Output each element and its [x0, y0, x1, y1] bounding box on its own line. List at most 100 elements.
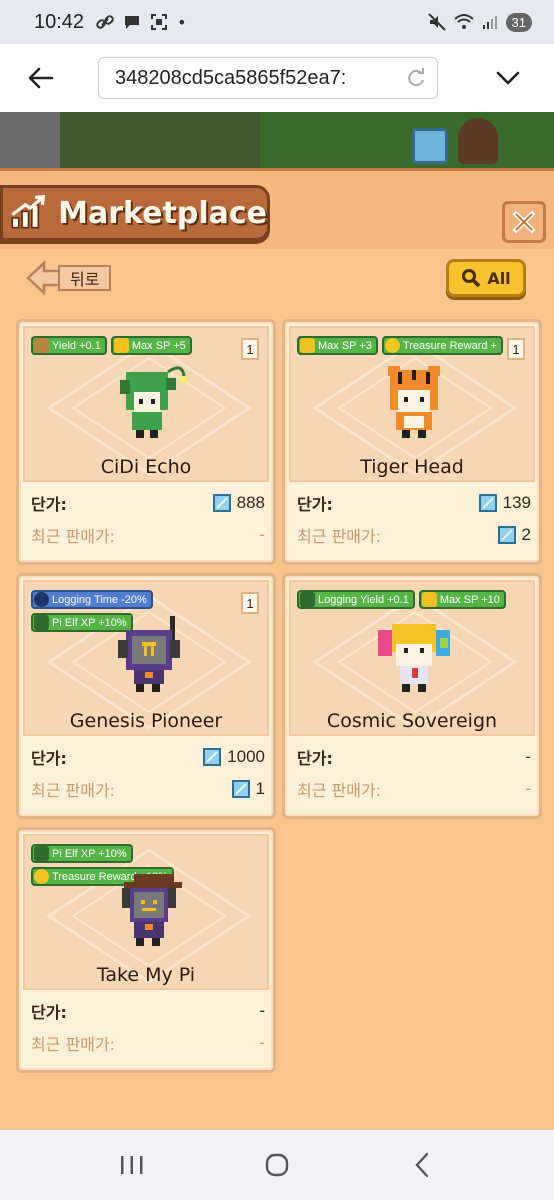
item-art: Max SP +3 Treasure Reward + 1 Tiger Head	[289, 326, 535, 482]
arrow-left-icon	[26, 261, 62, 295]
item-count-badge: 1	[507, 338, 525, 360]
last-sale-amount: -	[525, 779, 531, 798]
item-count-badge: 1	[241, 592, 259, 614]
price-label: 단가:	[297, 495, 333, 514]
nav-back-button[interactable]	[402, 1145, 442, 1185]
lightning-icon	[300, 338, 315, 353]
last-sale-value: -	[259, 1033, 265, 1053]
price-value: 888	[212, 493, 265, 513]
last-sale-row: 최근 판매가: -	[297, 776, 531, 802]
item-card[interactable]: Logging Yield +0.1 Max SP +10 Cosmic Sov…	[282, 573, 542, 819]
coin-icon	[384, 338, 400, 353]
last-sale-label: 최근 판매가:	[31, 781, 116, 800]
price-label: 단가:	[297, 749, 333, 768]
item-art: Yield +0.1 Max SP +5 1 CiDi Echo	[23, 326, 269, 482]
android-nav-bar	[0, 1130, 554, 1200]
trend-icon	[34, 615, 49, 630]
buff-tags: Logging Yield +0.1 Max SP +10	[297, 590, 533, 609]
notification-icons: •	[96, 13, 187, 32]
gem-icon	[478, 494, 497, 512]
background-stone	[0, 112, 60, 172]
buff-label: Pi Elf XP +10%	[52, 847, 127, 860]
url-field[interactable]: :348208cd5ca5865f52ea7	[98, 57, 438, 99]
last-sale-label: 최근 판매가:	[297, 527, 382, 546]
gem-icon	[497, 526, 516, 544]
item-name: Cosmic Sovereign	[326, 710, 498, 732]
last-sale-amount: 1	[255, 779, 265, 798]
item-count-badge: 1	[241, 338, 259, 360]
back-button[interactable]: 뒤로	[26, 261, 112, 295]
item-name: Tiger Head	[360, 456, 464, 478]
arrow-left-icon	[28, 67, 54, 89]
mute-icon	[427, 13, 446, 31]
close-button[interactable]	[502, 201, 546, 243]
browser-toolbar: :348208cd5ca5865f52ea7	[0, 44, 554, 112]
price-label: 단가:	[31, 495, 67, 514]
last-sale-label: 최근 판매가:	[31, 527, 116, 546]
buff-label: Max SP +5	[131, 339, 186, 352]
price-row: 단가: -	[297, 744, 531, 770]
buff-tag: Pi Elf XP +10%	[31, 844, 133, 863]
item-card[interactable]: Max SP +3 Treasure Reward + 1 Tiger Head…	[282, 319, 542, 565]
reload-icon[interactable]	[405, 67, 427, 89]
item-card[interactable]: Pi Elf XP +10% Treasure Reward +10% Take…	[16, 827, 276, 1073]
price-amount: 888	[236, 493, 265, 512]
recent-apps-icon	[121, 1156, 143, 1174]
browser-back-button[interactable]	[17, 54, 65, 102]
gem-icon	[203, 748, 222, 766]
game-background	[0, 112, 554, 172]
last-sale-label: 최근 판매가:	[297, 781, 382, 800]
clock-icon	[34, 592, 49, 607]
coin-icon	[34, 869, 49, 884]
battery-icon: 31	[505, 12, 532, 32]
last-sale-value: -	[525, 779, 531, 799]
item-card[interactable]: Logging Time -20% Pi Elf XP +10% 1 Genes…	[16, 573, 276, 819]
status-bar: 10:42 • 31	[0, 0, 554, 44]
page-title: Marketplace	[58, 195, 267, 231]
filter-all-button[interactable]: All	[446, 259, 526, 297]
background-grass	[260, 112, 554, 172]
price-amount: 1000	[227, 747, 265, 766]
genesis-pioneer-sprite	[118, 616, 180, 692]
back-button-label: 뒤로	[58, 265, 112, 291]
lightning-icon	[421, 592, 437, 607]
signal-icon	[482, 16, 497, 29]
background-gem-icon	[412, 128, 448, 164]
price-label: 단가:	[31, 749, 67, 768]
last-sale-row: 최근 판매가: 1	[31, 776, 265, 802]
buff-label: Logging Yield +0.1	[318, 593, 409, 606]
search-icon	[462, 269, 481, 288]
buff-label: Treasure Reward +	[402, 339, 497, 352]
browser-menu-button[interactable]	[493, 63, 523, 93]
last-sale-row: 최근 판매가: -	[31, 1030, 265, 1056]
status-time: 10:42	[34, 10, 85, 33]
buff-label: Max SP +10	[439, 593, 500, 606]
item-name: CiDi Echo	[100, 456, 192, 478]
price-value: -	[259, 1001, 265, 1021]
last-sale-value: 2	[497, 525, 531, 545]
cidi-echo-sprite	[120, 366, 187, 438]
chat-icon	[125, 16, 140, 29]
take-my-pi-sprite	[122, 874, 182, 946]
item-card[interactable]: Yield +0.1 Max SP +5 1 CiDi Echo 단가: 888…	[16, 319, 276, 565]
item-name: Genesis Pioneer	[69, 710, 223, 732]
marketplace-panel: Marketplace 뒤로 All Yield +0.1 Max SP +5	[0, 168, 554, 1130]
price-row: 단가: 139	[297, 490, 531, 516]
item-art: Logging Yield +0.1 Max SP +10 Cosmic Sov…	[289, 580, 535, 736]
marketplace-title-tab: Marketplace	[0, 185, 270, 241]
screenshot-icon	[151, 14, 168, 30]
item-name: Take My Pi	[96, 964, 196, 986]
buff-tag: Logging Time -20%	[31, 590, 153, 609]
buff-tag: Max SP +3	[297, 336, 378, 355]
trend-icon	[34, 846, 49, 861]
close-icon	[512, 210, 536, 234]
last-sale-amount: -	[259, 1033, 265, 1052]
background-avatar	[458, 118, 498, 164]
last-sale-value: 1	[231, 779, 265, 799]
game-area: Marketplace 뒤로 All Yield +0.1 Max SP +5	[0, 112, 554, 1130]
last-sale-amount: 2	[521, 525, 531, 544]
recent-apps-button[interactable]	[112, 1145, 152, 1185]
lightning-icon	[113, 338, 129, 353]
home-button[interactable]	[257, 1145, 297, 1185]
chevron-down-icon	[496, 71, 520, 85]
